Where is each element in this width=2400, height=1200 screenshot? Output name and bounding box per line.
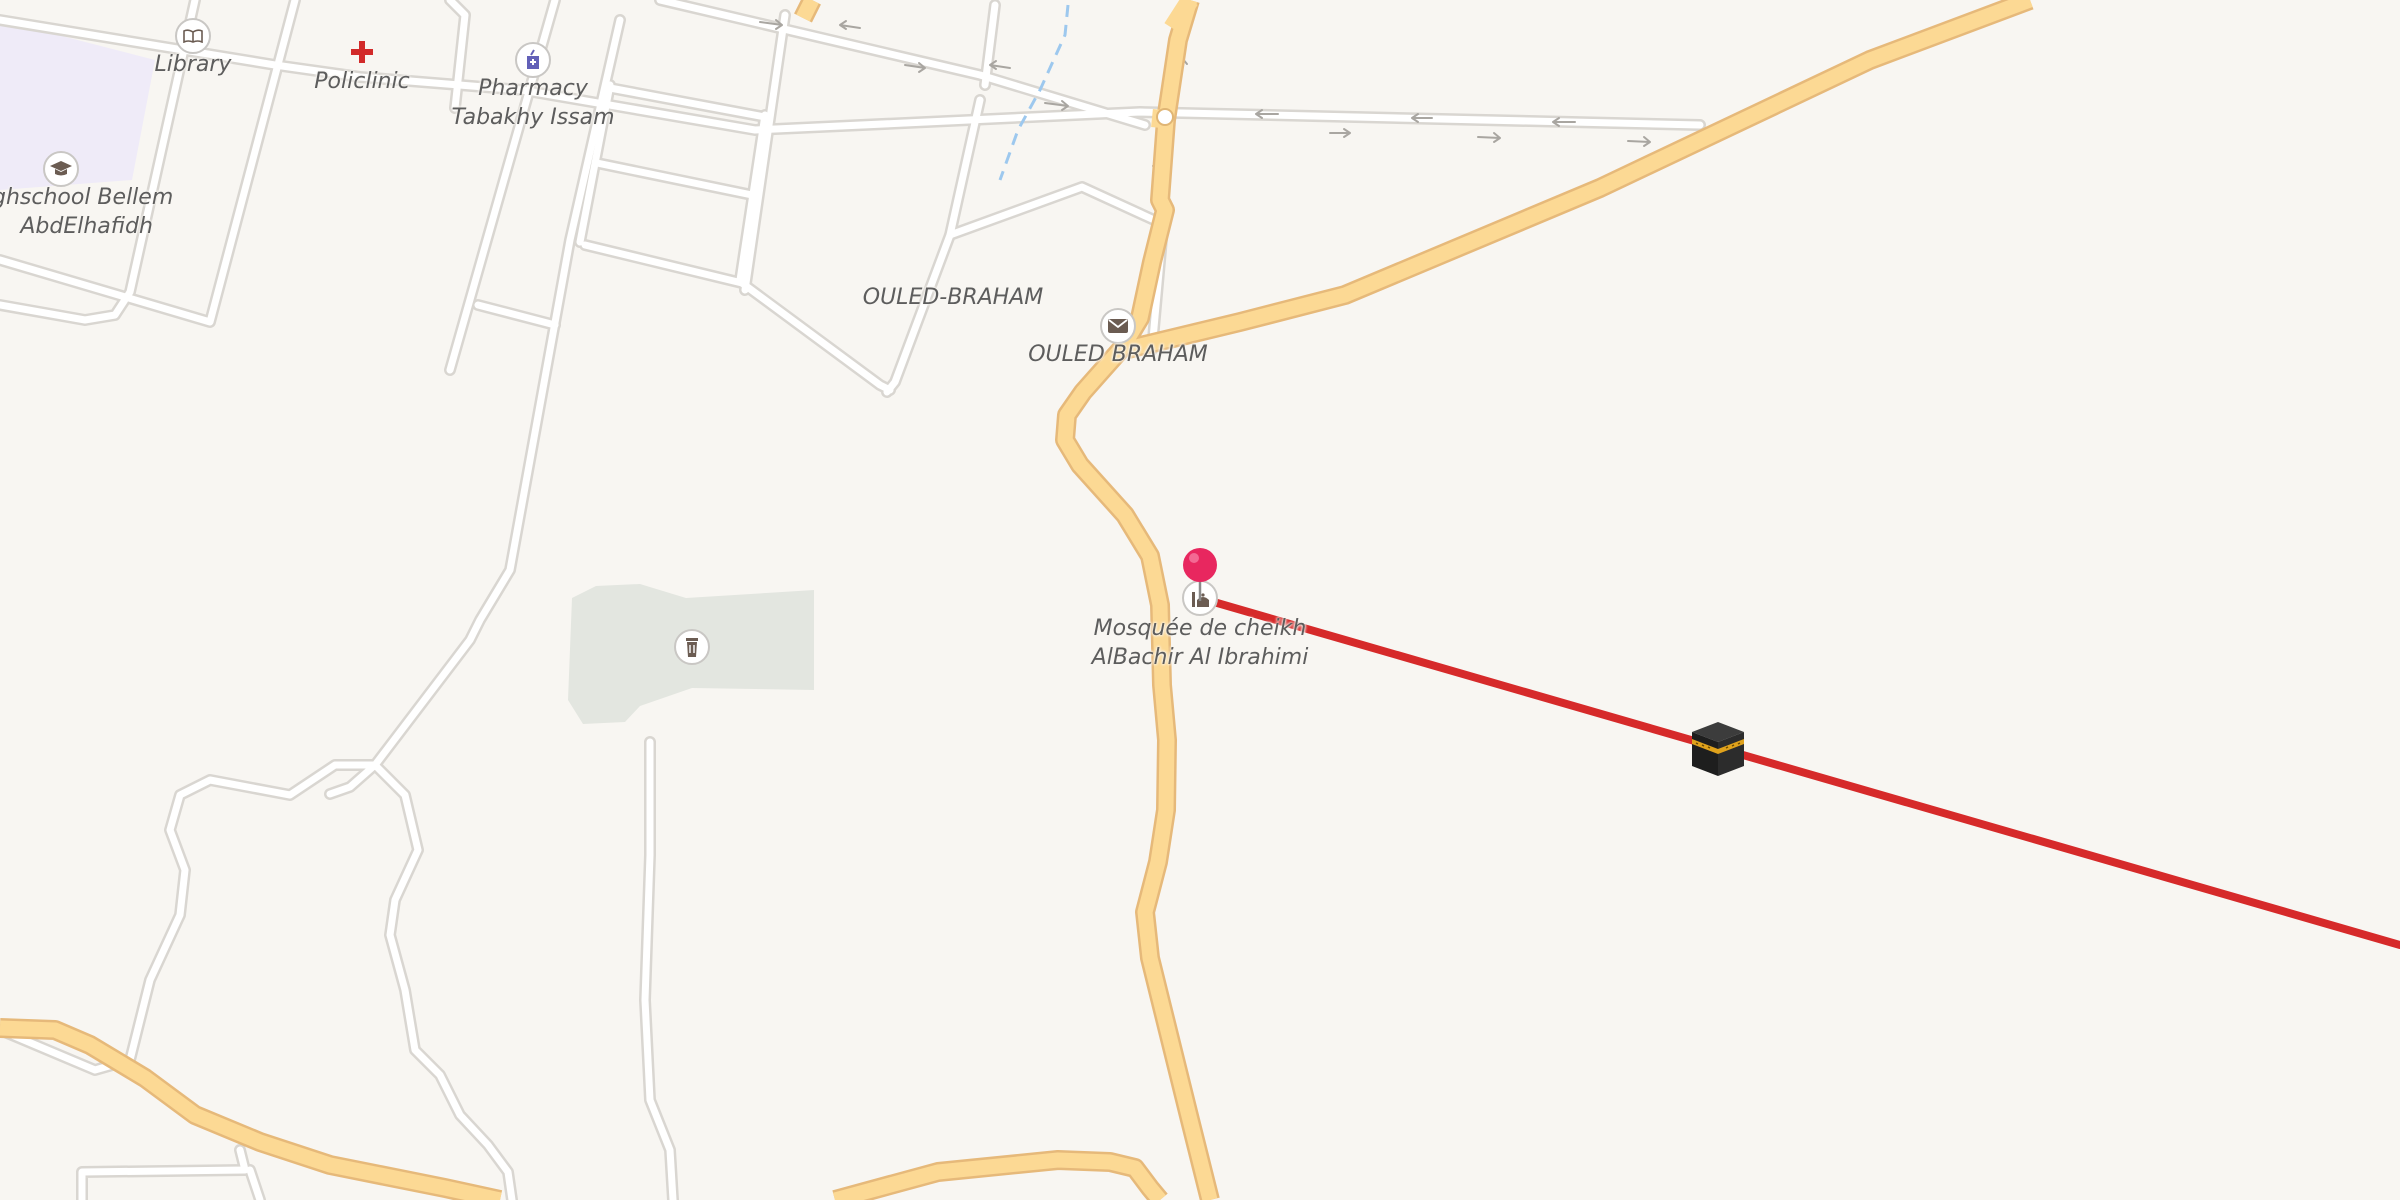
envelope-icon[interactable] [1100, 308, 1136, 344]
post-office-label: OULED BRAHAM [1028, 342, 1208, 367]
mosque-label-line2: AlBachir Al Ibrahimi [1091, 645, 1309, 670]
mosque-label: Mosquée de cheikh AlBachir Al Ibrahimi [1092, 614, 1309, 672]
graduation-cap-icon[interactable] [43, 151, 79, 187]
library-icon[interactable] [175, 18, 211, 54]
policlinic-label: Policlinic [314, 69, 410, 94]
kaaba-icon[interactable] [1688, 718, 1748, 780]
school-label: ghschool Bellem AbdElhafidh [0, 183, 173, 241]
pharmacy-label: Pharmacy Tabakhy Issam [451, 74, 614, 132]
library-label: Library [154, 52, 232, 77]
pharmacy-label-line2: Tabakhy Issam [451, 105, 615, 130]
roundabout-center [1156, 108, 1174, 126]
school-label-line2: AbdElhafidh [20, 214, 153, 239]
mosque-label-line1: Mosquée de cheikh [1093, 616, 1307, 641]
pharmacy-label-line1: Pharmacy [478, 76, 588, 101]
grave-icon[interactable] [674, 629, 710, 665]
map-canvas[interactable]: Library Policlinic Pharmacy Tabakhy Issa… [0, 0, 2400, 1200]
district-label: OULED-BRAHAM [862, 285, 1044, 310]
oneway-arrows [759, 19, 1651, 173]
school-label-line1: ghschool Bellem [0, 185, 174, 210]
qibla-route-line [1196, 594, 2400, 949]
location-pin-icon[interactable] [1180, 545, 1220, 605]
cross-icon[interactable] [344, 34, 380, 70]
pharmacy-icon[interactable] [515, 42, 551, 78]
